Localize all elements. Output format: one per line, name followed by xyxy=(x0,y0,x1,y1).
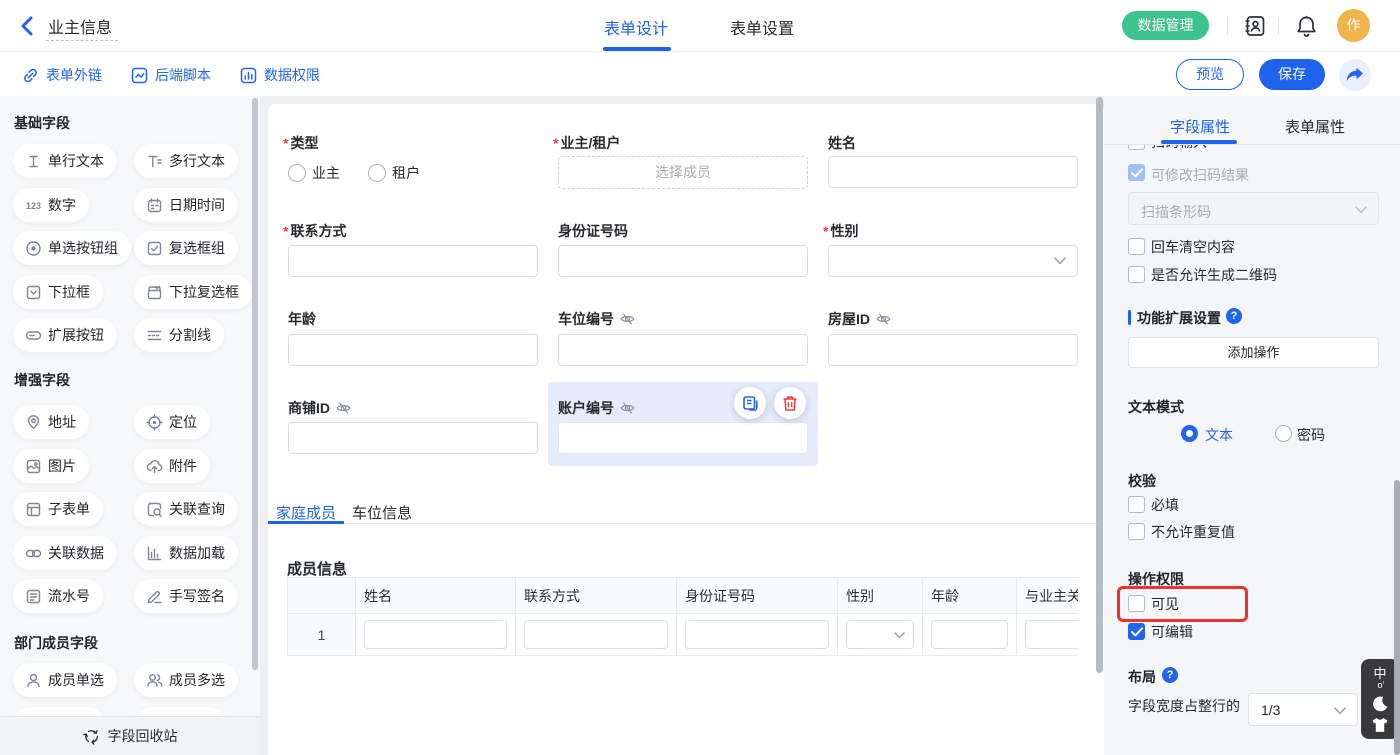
svg-text:123: 123 xyxy=(26,201,41,211)
